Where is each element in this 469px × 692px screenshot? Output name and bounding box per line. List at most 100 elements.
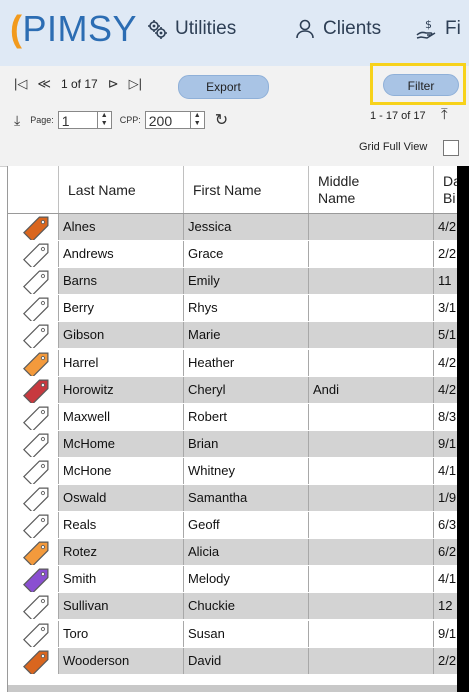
table-row[interactable]: Wooderson David 2/2 [8,647,464,675]
tag-icon [23,460,49,484]
row-tag-cell[interactable] [8,214,59,240]
table-row[interactable]: Sullivan Chuckie 12 [8,593,464,621]
page-controls: ⤓ Page: 1 ▲ ▼ CPP: 200 ▲ ▼ ↻ [14,110,228,130]
grid-right-edge [457,166,469,692]
tag-icon [23,216,49,240]
filter-button[interactable]: Filter [383,74,459,96]
first-page-icon[interactable]: |◁ [14,76,27,92]
table-row[interactable]: Oswald Samantha 1/9 [8,485,464,512]
header-last-name[interactable]: Last Name [59,166,184,213]
middle-name-cell [309,566,434,593]
tag-icon [23,433,49,457]
table-row[interactable]: Rotez Alicia 6/2 [8,539,464,567]
first-name-cell: Samantha [184,485,309,511]
gears-icon [148,20,167,39]
last-page-icon[interactable]: ▷| [129,76,142,92]
table-row[interactable]: McHome Brian 9/1 [8,430,464,458]
table-row[interactable]: Reals Geoff 6/3 [8,512,464,540]
svg-text:$: $ [425,18,432,31]
row-tag-cell[interactable] [8,485,59,511]
first-name-cell: Whitney [184,457,309,484]
last-name-cell: Reals [59,512,184,539]
download-icon[interactable]: ⤓ [14,112,20,129]
page-stepper[interactable]: ▲ ▼ [97,111,112,129]
cpp-input[interactable]: 200 [144,111,191,129]
grid-full-view-checkbox[interactable] [443,140,459,156]
grid-header: Last Name First Name Middle Name Da Bi [8,166,464,214]
row-tag-cell[interactable] [8,349,59,376]
table-row[interactable]: Gibson Marie 5/1 [8,322,464,350]
pimsy-logo[interactable]: (PIMSY [10,9,137,49]
nav-utilities-label: Utilities [175,18,237,39]
nav-utilities[interactable]: Utilities [145,17,236,41]
last-name-cell: Berry [59,295,184,322]
middle-name-cell [309,268,434,295]
table-row[interactable]: Horowitz Cheryl Andi 4/2 [8,376,464,404]
last-name-cell: McHome [59,430,184,457]
export-button[interactable]: Export [178,75,269,99]
row-tag-cell[interactable] [8,647,59,674]
money-hand-icon: $ [416,18,436,39]
first-name-cell: Emily [184,268,309,295]
table-row[interactable]: Harrel Heather 4/2 [8,349,464,377]
first-name-cell: Heather [184,349,309,376]
nav-finance[interactable]: $ Fi [415,17,461,41]
nav-clients-label: Clients [323,18,382,39]
last-name-cell: Wooderson [59,647,184,674]
last-name-cell: Harrel [59,349,184,376]
row-tag-cell[interactable] [8,376,59,403]
last-name-cell: Rotez [59,539,184,566]
row-tag-cell[interactable] [8,241,59,268]
scroll-top-icon[interactable]: ⤒ [441,106,448,123]
first-name-cell: Susan [184,620,309,647]
header-tag [8,166,59,213]
row-tag-cell[interactable] [8,620,59,647]
next-page-icon[interactable]: ⊳ [108,76,119,92]
header-dob-label: Da Bi [443,172,461,206]
nav-clients[interactable]: Clients [293,17,381,41]
table-row[interactable]: Alnes Jessica 4/2 [8,214,464,241]
row-tag-cell[interactable] [8,295,59,322]
row-tag-cell[interactable] [8,430,59,457]
table-row[interactable]: Andrews Grace 2/2 [8,241,464,269]
page-input[interactable]: 1 [57,111,98,129]
header-first-name[interactable]: First Name [184,166,309,213]
middle-name-cell [309,295,434,322]
middle-name-cell [309,322,434,349]
cpp-stepper[interactable]: ▲ ▼ [190,111,205,129]
tag-icon [23,406,49,430]
row-tag-cell[interactable] [8,539,59,566]
tag-icon [23,324,49,349]
table-row[interactable]: Toro Susan 9/1 [8,620,464,648]
row-tag-cell[interactable] [8,457,59,484]
first-name-cell: David [184,647,309,674]
row-tag-cell[interactable] [8,403,59,430]
header-middle-name[interactable]: Middle Name [309,166,434,213]
table-row[interactable]: Berry Rhys 3/1 [8,295,464,323]
table-row[interactable]: Maxwell Robert 8/3 [8,403,464,431]
tag-icon [23,568,49,593]
row-tag-cell[interactable] [8,512,59,539]
last-name-cell: Sullivan [59,593,184,620]
tag-icon [23,541,49,566]
refresh-icon[interactable]: ↻ [215,110,228,130]
last-name-cell: Smith [59,566,184,593]
row-tag-cell[interactable] [8,593,59,620]
row-tag-cell[interactable] [8,566,59,593]
first-name-cell: Grace [184,241,309,268]
row-tag-cell[interactable] [8,322,59,349]
grid-footer [8,685,463,692]
table-row[interactable]: Smith Melody 4/1 [8,566,464,594]
first-name-cell: Robert [184,403,309,430]
first-name-cell: Jessica [184,214,309,240]
row-tag-cell[interactable] [8,268,59,295]
prev-page-icon[interactable]: ≪ [37,76,51,92]
middle-name-cell [309,485,434,511]
table-row[interactable]: Barns Emily 11 [8,268,464,296]
first-name-cell: Marie [184,322,309,349]
first-name-cell: Cheryl [184,376,309,403]
header-middle-name-label: Middle Name [318,172,360,206]
first-name-cell: Rhys [184,295,309,322]
table-row[interactable]: McHone Whitney 4/1 [8,457,464,485]
nav-finance-label: Fi [445,18,461,39]
